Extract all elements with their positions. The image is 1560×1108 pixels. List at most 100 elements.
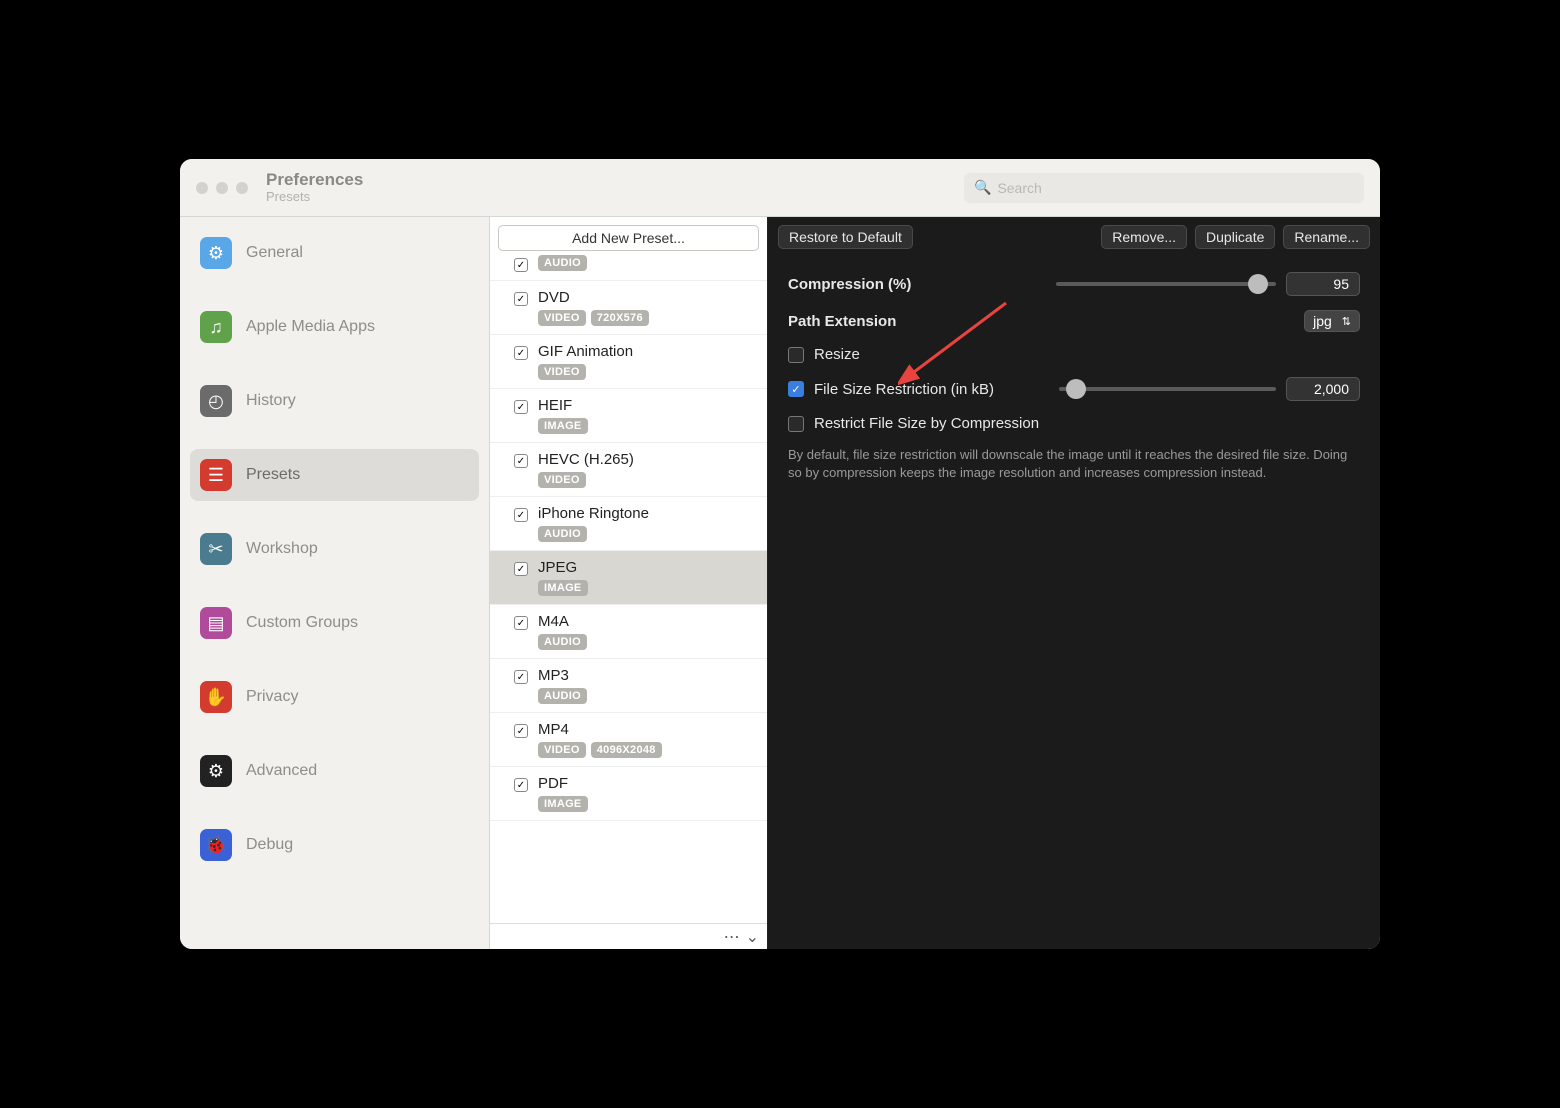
file-size-slider[interactable] [1059, 387, 1276, 391]
preset-checkbox[interactable]: ✓ [514, 454, 528, 468]
preset-list[interactable]: ✓ AUDIO ✓ DVD VIDEO 720X576 ✓ GIF Animation VIDE… [490, 251, 767, 923]
preset-item[interactable]: ✓iPhone RingtoneAUDIO [490, 497, 767, 551]
preset-badge: VIDEO [538, 310, 586, 326]
file-size-checkbox[interactable]: ✓ [788, 381, 804, 397]
detail-body: Compression (%) Path Extension jpg ⇅ [768, 254, 1380, 949]
preset-checkbox[interactable]: ✓ [514, 616, 528, 630]
preset-badge: IMAGE [538, 418, 588, 434]
restore-default-button[interactable]: Restore to Default [778, 225, 913, 249]
sidebar-item-label: Presets [246, 466, 300, 484]
preset-badge: AUDIO [538, 634, 587, 650]
path-extension-value: jpg [1313, 313, 1332, 329]
resize-checkbox[interactable] [788, 347, 804, 363]
preset-item[interactable]: ✓HEVC (H.265)VIDEO [490, 443, 767, 497]
preset-badge: 720X576 [591, 310, 649, 326]
file-size-value-field[interactable] [1286, 377, 1360, 401]
title-block: Preferences Presets [266, 170, 363, 204]
file-size-slider-thumb[interactable] [1066, 379, 1086, 399]
preset-badge: IMAGE [538, 580, 588, 596]
minimize-window-button[interactable] [216, 182, 228, 194]
resize-row: Resize [788, 346, 1360, 363]
sidebar-item-label: Workshop [246, 540, 318, 558]
cog-icon: ⚙ [200, 755, 232, 787]
ellipsis-icon[interactable]: ⋯ [724, 927, 740, 947]
presets-icon: ☰ [200, 459, 232, 491]
restrict-compression-row: Restrict File Size by Compression [788, 415, 1360, 432]
preset-item[interactable]: ✓HEIFIMAGE [490, 389, 767, 443]
restrict-compression-label: Restrict File Size by Compression [814, 415, 1039, 432]
preset-checkbox[interactable]: ✓ [514, 258, 528, 272]
preset-list-footer: ⋯ ⌄ [490, 923, 767, 949]
preset-name: JPEG [538, 559, 588, 576]
search-field-wrap[interactable]: 🔍 [964, 173, 1364, 203]
preset-item[interactable]: ✓ GIF Animation VIDEO [490, 335, 767, 389]
compression-slider-thumb[interactable] [1248, 274, 1268, 294]
preset-item[interactable]: ✓ M4A AUDIO [490, 605, 767, 659]
preferences-window: Preferences Presets 🔍 ⚙ General ♫ Apple Med… [180, 159, 1380, 949]
sidebar-item-label: Custom Groups [246, 614, 358, 632]
duplicate-button[interactable]: Duplicate [1195, 225, 1275, 249]
preset-checkbox[interactable]: ✓ [514, 562, 528, 576]
sidebar-item-label: Apple Media Apps [246, 318, 375, 336]
gear-icon: ⚙ [200, 237, 232, 269]
file-size-label: File Size Restriction (in kB) [814, 381, 1049, 398]
preset-checkbox[interactable]: ✓ [514, 400, 528, 414]
preset-checkbox[interactable]: ✓ [514, 346, 528, 360]
rename-button[interactable]: Rename... [1283, 225, 1370, 249]
preset-item[interactable]: ✓ AUDIO [490, 251, 767, 281]
preset-badge: AUDIO [538, 255, 587, 271]
compression-value-field[interactable] [1286, 272, 1360, 296]
preset-item[interactable]: ✓ MP4 VIDEO 4096X2048 [490, 713, 767, 767]
preset-checkbox[interactable]: ✓ [514, 778, 528, 792]
sidebar-item-label: History [246, 392, 296, 410]
close-window-button[interactable] [196, 182, 208, 194]
compression-slider[interactable] [1056, 282, 1276, 286]
preset-badge: IMAGE [538, 796, 588, 812]
sidebar-item-debug[interactable]: 🐞Debug [190, 819, 479, 871]
preset-badge: AUDIO [538, 526, 587, 542]
preset-checkbox[interactable]: ✓ [514, 670, 528, 684]
chevron-down-icon[interactable]: ⌄ [746, 927, 759, 947]
sidebar-item-advanced[interactable]: ⚙Advanced [190, 745, 479, 797]
zoom-window-button[interactable] [236, 182, 248, 194]
remove-button[interactable]: Remove... [1101, 225, 1187, 249]
media-icon: ♫ [200, 311, 232, 343]
search-input[interactable] [997, 180, 1354, 196]
preset-checkbox[interactable]: ✓ [514, 724, 528, 738]
sidebar-item-privacy[interactable]: ✋ Privacy [190, 671, 479, 723]
preset-badge: VIDEO [538, 364, 586, 380]
preset-name: M4A [538, 613, 587, 630]
preset-badge: AUDIO [538, 688, 587, 704]
sidebar-item-presets[interactable]: ☰ Presets [190, 449, 479, 501]
grid-icon: ▤ [200, 607, 232, 639]
sidebar-item-label: Privacy [246, 688, 298, 706]
preset-badge: 4096X2048 [591, 742, 662, 758]
hand-icon: ✋ [200, 681, 232, 713]
preset-name: MP4 [538, 721, 662, 738]
add-new-preset-button[interactable]: Add New Preset... [498, 225, 759, 251]
sidebar-item-apple-media-apps[interactable]: ♫ Apple Media Apps [190, 301, 479, 353]
window-subtitle: Presets [266, 190, 363, 205]
path-extension-label: Path Extension [788, 313, 896, 330]
preset-checkbox[interactable]: ✓ [514, 508, 528, 522]
sidebar-item-history[interactable]: ◴History [190, 375, 479, 427]
preset-badge: VIDEO [538, 742, 586, 758]
path-extension-row: Path Extension jpg ⇅ [788, 310, 1360, 332]
preset-name: DVD [538, 289, 649, 306]
sidebar-item-label: General [246, 244, 303, 262]
sidebar-item-workshop[interactable]: ✂ Workshop [190, 523, 479, 575]
sidebar-item-custom-groups[interactable]: ▤ Custom Groups [190, 597, 479, 649]
file-size-row: ✓ File Size Restriction (in kB) [788, 377, 1360, 401]
tools-icon: ✂ [200, 533, 232, 565]
window-title: Preferences [266, 170, 363, 190]
sidebar-item-general[interactable]: ⚙ General [190, 227, 479, 279]
path-extension-select[interactable]: jpg ⇅ [1304, 310, 1360, 332]
compression-row: Compression (%) [788, 272, 1360, 296]
preset-name: GIF Animation [538, 343, 633, 360]
preset-item[interactable]: ✓ DVD VIDEO 720X576 [490, 281, 767, 335]
preset-item[interactable]: ✓PDFIMAGE [490, 767, 767, 821]
preset-item[interactable]: ✓MP3AUDIO [490, 659, 767, 713]
restrict-compression-checkbox[interactable] [788, 416, 804, 432]
preset-item[interactable]: ✓ JPEG IMAGE [490, 551, 767, 605]
preset-checkbox[interactable]: ✓ [514, 292, 528, 306]
